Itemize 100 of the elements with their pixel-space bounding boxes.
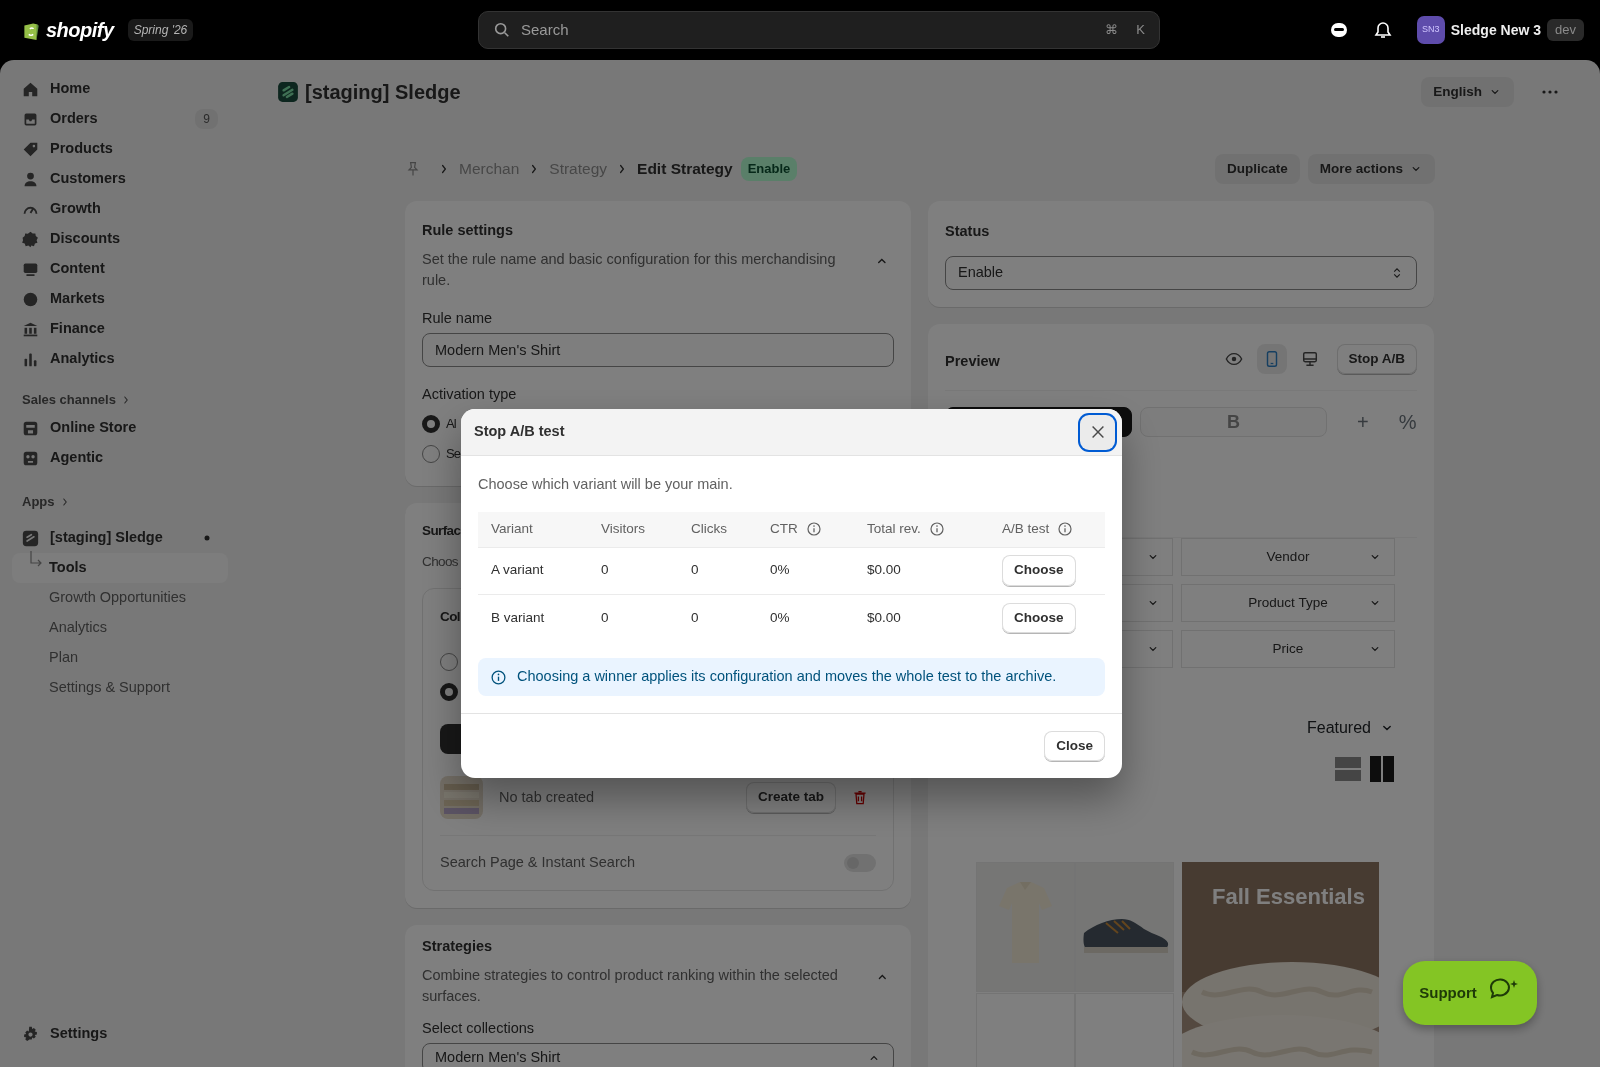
sort-dropdown[interactable]: Featured: [1306, 716, 1395, 741]
search-field[interactable]: Search ⌘ K: [478, 11, 1160, 49]
pin-icon[interactable]: [405, 161, 421, 177]
radio-button[interactable]: [440, 653, 458, 671]
column-header: CTR: [770, 520, 798, 539]
brand-name: shopify: [46, 18, 114, 43]
nav-item[interactable]: Customers: [12, 164, 228, 194]
table-cell: $0.00: [867, 562, 901, 578]
sub-nav-item[interactable]: Settings & Support: [12, 673, 228, 703]
action-button[interactable]: More actions: [1307, 153, 1435, 185]
card-title: Strategies: [422, 937, 494, 955]
close-dialog-button[interactable]: Close: [1044, 731, 1105, 762]
select-field[interactable]: Enable: [945, 256, 1417, 290]
sub-nav-item[interactable]: Plan: [12, 643, 228, 673]
radio-button[interactable]: [422, 445, 440, 463]
table-cell: B variant: [491, 609, 545, 625]
nav-item[interactable]: Products: [12, 134, 228, 164]
robot-icon: [22, 449, 39, 467]
rows-layout-icon[interactable]: [1335, 756, 1361, 783]
input-field[interactable]: Modern Men's Shirt: [422, 333, 894, 367]
avatar: SN3: [1416, 16, 1445, 44]
search-input[interactable]: Search: [519, 17, 1088, 43]
variant-tab[interactable]: B: [1140, 407, 1327, 438]
filter-dropdown[interactable]: Vendor: [1181, 538, 1395, 577]
nav-item[interactable]: Home: [12, 74, 228, 104]
action-button[interactable]: Duplicate: [1214, 153, 1300, 185]
language-button[interactable]: English: [1421, 76, 1514, 108]
tab-status: No tab created: [499, 788, 596, 807]
app-logo-icon: [22, 529, 39, 547]
create-tab-button[interactable]: Create tab: [745, 782, 836, 813]
nav-item[interactable]: Content: [12, 254, 228, 284]
info-icon[interactable]: [1057, 521, 1074, 538]
breadcrumb-current: Edit Strategy: [637, 159, 733, 180]
dialog-title: Stop A/B test: [474, 422, 565, 442]
assistant-icon: [1328, 20, 1349, 40]
sub-nav-item[interactable]: Analytics: [12, 613, 228, 643]
filter-dropdown[interactable]: Product Type: [1181, 584, 1395, 623]
discount-icon: [22, 230, 39, 248]
choose-button[interactable]: Choose: [1002, 555, 1076, 586]
dialog-message: Choose which variant will be your main.: [478, 475, 734, 494]
sub-nav-item[interactable]: Tools: [12, 553, 228, 583]
tag-icon: [22, 140, 39, 158]
tab-action-button[interactable]: %: [1398, 407, 1417, 438]
card-title: Status: [945, 222, 991, 240]
stop-ab-button[interactable]: Stop A/B: [1336, 344, 1417, 375]
nav-item[interactable]: Growth: [12, 194, 228, 224]
table-cell: $0.00: [867, 609, 901, 625]
toggle-label: Search Page & Instant Search: [440, 853, 637, 872]
radio-label: Al: [446, 415, 456, 434]
tab-action-button[interactable]: +: [1357, 407, 1369, 438]
nav-item[interactable]: Settings: [12, 1019, 228, 1049]
card-title: Rule settings: [422, 221, 515, 239]
card-title: Preview: [945, 352, 1001, 371]
desktop-icon: [1300, 350, 1319, 369]
card-title: Surfac: [422, 522, 461, 540]
info-icon[interactable]: [928, 521, 945, 538]
table-cell: 0: [601, 562, 609, 578]
home-icon: [22, 80, 39, 98]
radio-button[interactable]: [440, 683, 458, 701]
field-label: Activation type: [422, 385, 518, 403]
section-title: Col: [440, 608, 460, 626]
toggle-switch[interactable]: [844, 853, 876, 872]
banner-title: Fall Essentials: [1211, 883, 1366, 912]
nav-item[interactable]: Online Store: [12, 413, 228, 443]
info-icon: [490, 668, 507, 686]
card-description: Set the rule name and basic configuration for this merchandising rule.: [422, 250, 837, 290]
radio-button[interactable]: [422, 415, 440, 433]
filter-dropdown[interactable]: Price: [1181, 630, 1395, 669]
account-name[interactable]: Sledge New 3: [1450, 19, 1542, 41]
info-icon[interactable]: [805, 521, 822, 538]
close-button[interactable]: [1080, 414, 1115, 450]
status-badge: Enable: [740, 157, 798, 181]
bank-icon: [22, 320, 39, 338]
nav-item[interactable]: Finance: [12, 314, 228, 344]
nav-item[interactable]: Markets: [12, 284, 228, 314]
nav-item[interactable]: Agentic: [12, 443, 228, 473]
support-button[interactable]: Support: [1403, 961, 1537, 1025]
table-cell: 0: [601, 609, 609, 625]
column-header: A/B test: [1002, 520, 1050, 539]
choose-button[interactable]: Choose: [1002, 602, 1076, 633]
view-mode-button[interactable]: [1256, 344, 1287, 375]
nav-item[interactable]: Discounts: [12, 224, 228, 254]
nav-item[interactable]: [staging] Sledge: [12, 523, 228, 553]
table-cell: 0: [691, 609, 699, 625]
sub-nav-item[interactable]: Growth Opportunities: [12, 583, 228, 613]
select-field[interactable]: Modern Men's Shirt: [422, 1043, 894, 1067]
shortcut-key: ⌘: [1105, 20, 1119, 40]
gear-icon: [22, 1025, 39, 1043]
nav-item[interactable]: Analytics: [12, 344, 228, 374]
trash-icon[interactable]: [852, 789, 868, 806]
edition-label: Spring '26: [127, 19, 194, 41]
person-icon: [22, 170, 39, 188]
shortcut-key: K: [1136, 20, 1145, 40]
columns-layout-icon[interactable]: [1369, 756, 1395, 783]
count-badge: 9: [195, 109, 218, 129]
environment-badge: dev: [1547, 19, 1584, 41]
section-heading[interactable]: Sales channels: [12, 387, 228, 413]
section-heading[interactable]: Apps: [12, 489, 228, 515]
column-header: Total rev.: [867, 520, 921, 539]
nav-item[interactable]: Orders 9: [12, 104, 228, 134]
